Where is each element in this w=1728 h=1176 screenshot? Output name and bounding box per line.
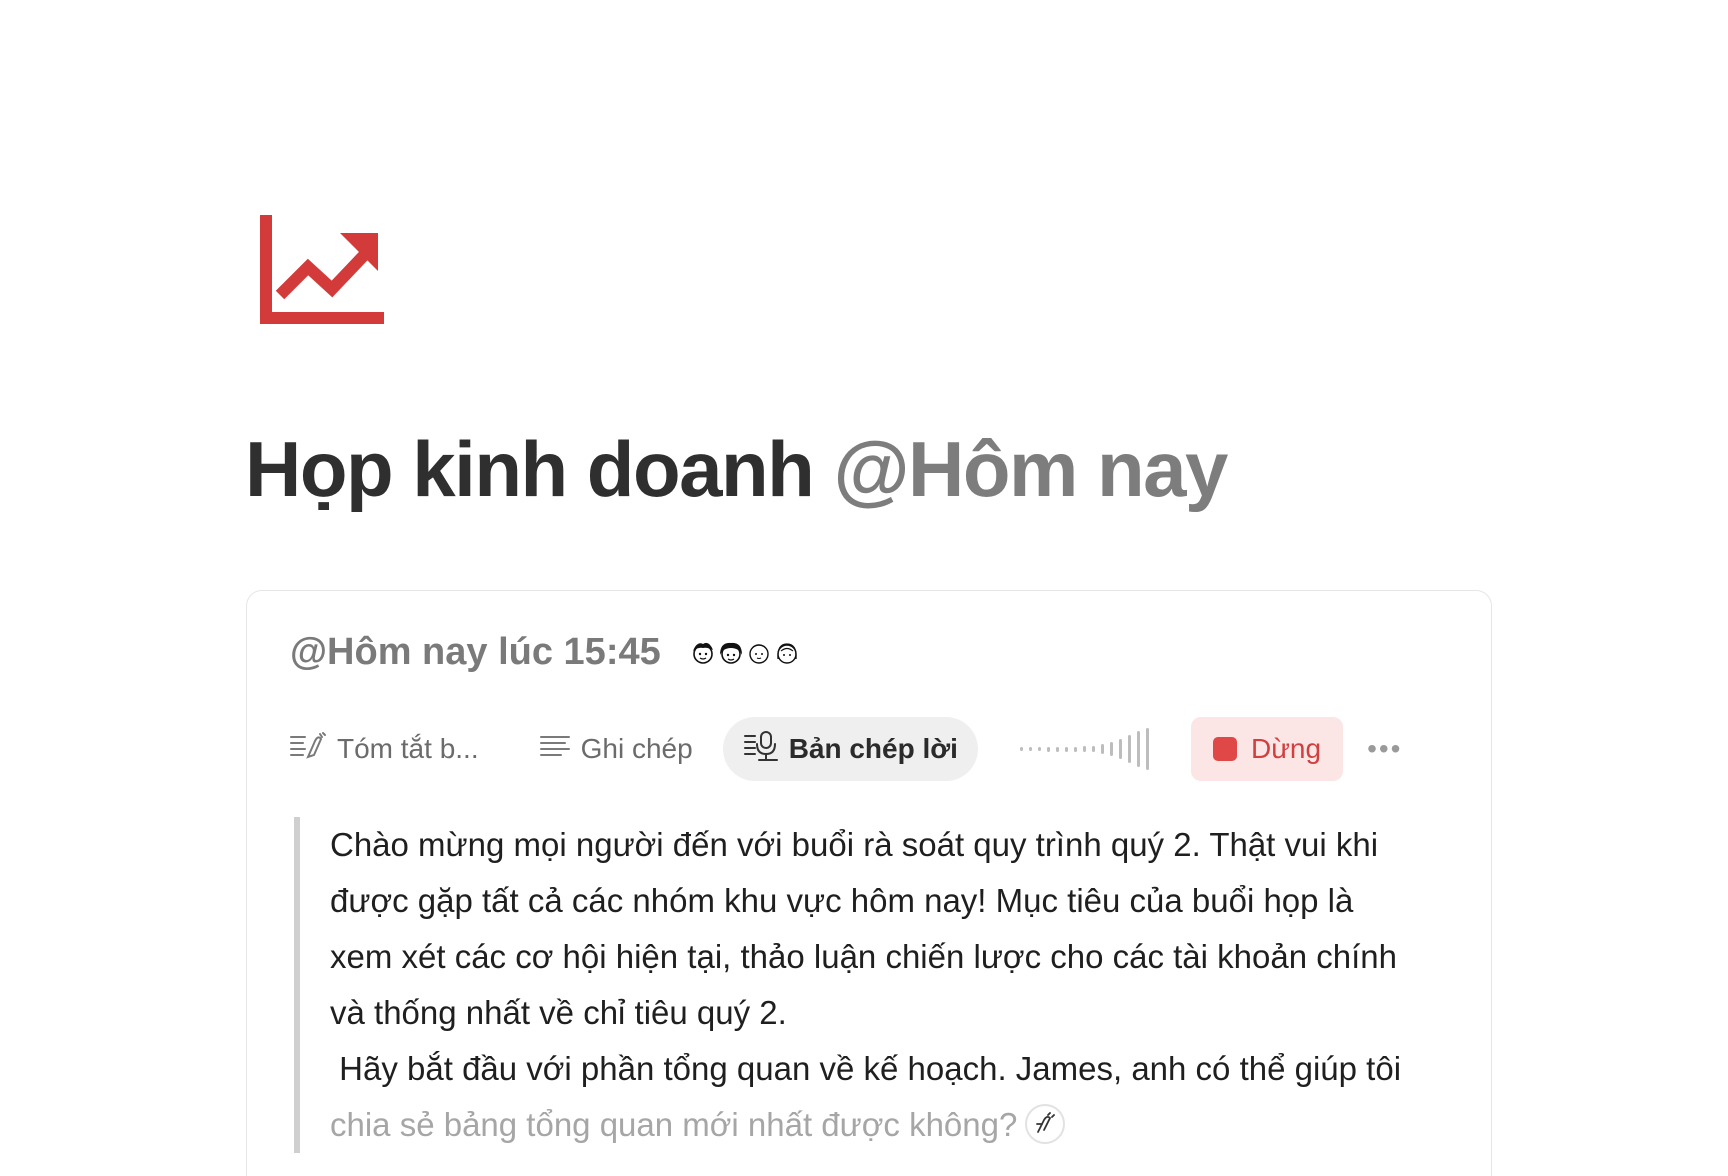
transcript-final-text: Hãy bắt đầu với phần tổng quan về kế hoạ… bbox=[339, 1050, 1402, 1087]
participant-avatars[interactable] bbox=[686, 636, 803, 669]
transcript-icon bbox=[743, 730, 779, 769]
ai-writing-icon bbox=[1025, 1104, 1066, 1145]
trend-up-chart-icon[interactable] bbox=[260, 213, 385, 330]
page-title[interactable]: Họp kinh doanh @Hôm nay bbox=[245, 430, 1228, 508]
tab-label: Tóm tắt b... bbox=[337, 733, 479, 764]
page-title-text: Họp kinh doanh bbox=[245, 425, 815, 513]
stop-icon bbox=[1212, 737, 1237, 761]
tab-summary[interactable]: Tóm tắt b... bbox=[289, 717, 499, 781]
avatar bbox=[714, 636, 747, 669]
transcript-paragraph: Hãy bắt đầu với phần tổng quan về kế hoạ… bbox=[330, 1041, 1424, 1153]
date-mention[interactable]: @Hôm nay bbox=[833, 425, 1228, 513]
tab-label: Ghi chép bbox=[580, 733, 693, 764]
more-options-icon[interactable]: ••• bbox=[1367, 733, 1402, 765]
avatar bbox=[686, 636, 719, 669]
transcript-content[interactable]: Chào mừng mọi người đến với buổi rà soát… bbox=[294, 817, 1424, 1153]
tab-notes[interactable]: Ghi chép bbox=[519, 717, 713, 781]
avatar bbox=[742, 636, 775, 669]
meeting-datetime[interactable]: @Hôm nay lúc 15:45 bbox=[290, 631, 661, 674]
summary-icon bbox=[289, 731, 327, 768]
meeting-tabs: Tóm tắt b... Ghi chép Bản chép lời Dừng … bbox=[289, 717, 1459, 781]
transcript-paragraph: Chào mừng mọi người đến với buổi rà soát… bbox=[330, 826, 1397, 1031]
stop-recording-button[interactable]: Dừng bbox=[1190, 717, 1344, 781]
notes-icon bbox=[539, 733, 571, 766]
transcript-pending-text: chia sẻ bảng tổng quan mới nhất được khô… bbox=[330, 1106, 1018, 1143]
tab-label: Bản chép lời bbox=[788, 733, 958, 764]
avatar bbox=[770, 636, 803, 669]
meeting-notes-block: @Hôm nay lúc 15:45 Tóm tắt b... Ghi chép… bbox=[246, 590, 1492, 1176]
audio-waveform-icon bbox=[1019, 717, 1149, 781]
meeting-meta: @Hôm nay lúc 15:45 bbox=[290, 631, 803, 674]
page: Họp kinh doanh @Hôm nay @Hôm nay lúc 15:… bbox=[0, 0, 1728, 1176]
tab-transcript[interactable]: Bản chép lời bbox=[722, 717, 978, 781]
stop-label: Dừng bbox=[1250, 733, 1322, 764]
